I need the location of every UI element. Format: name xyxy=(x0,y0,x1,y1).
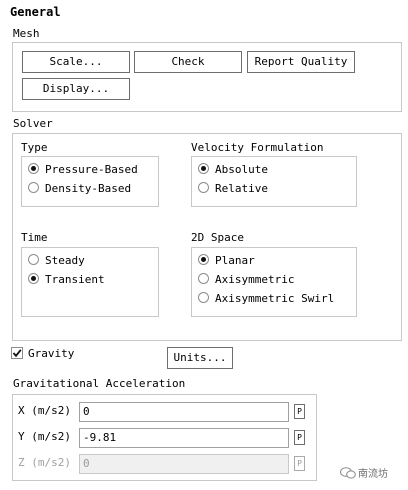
radio-indicator xyxy=(28,182,39,193)
type-group: Pressure-Based Density-Based xyxy=(21,156,159,207)
radio-steady[interactable]: Steady xyxy=(28,252,85,270)
radio-label: Planar xyxy=(215,254,255,267)
space-2d-label: 2D Space xyxy=(191,231,244,244)
wechat-icon xyxy=(340,467,356,479)
time-label: Time xyxy=(21,231,48,244)
radio-label: Pressure-Based xyxy=(45,163,138,176)
radio-label: Relative xyxy=(215,182,268,195)
gravity-label: Gravity xyxy=(28,347,75,360)
watermark: 南流坊 xyxy=(340,465,388,480)
mesh-group: Scale... Check Report Quality Display... xyxy=(12,42,402,112)
x-parameter-button[interactable]: P xyxy=(294,404,305,419)
radio-axisymmetric[interactable]: Axisymmetric xyxy=(198,271,294,289)
radio-label: Transient xyxy=(45,273,105,286)
y-gravity-input[interactable]: -9.81 xyxy=(79,428,289,448)
radio-relative[interactable]: Relative xyxy=(198,180,268,198)
scale-button[interactable]: Scale... xyxy=(22,51,130,73)
radio-axisymmetric-swirl[interactable]: Axisymmetric Swirl xyxy=(198,290,334,308)
watermark-text: 南流坊 xyxy=(358,469,388,480)
time-group: Steady Transient xyxy=(21,247,159,317)
velocity-formulation-group: Absolute Relative xyxy=(191,156,357,207)
type-label: Type xyxy=(21,141,48,154)
checkbox-indicator xyxy=(11,347,23,359)
radio-planar[interactable]: Planar xyxy=(198,252,255,270)
checkmark-icon xyxy=(12,349,22,358)
radio-indicator xyxy=(28,273,39,284)
radio-label: Density-Based xyxy=(45,182,132,195)
z-gravity-label: Z (m/s2) xyxy=(18,456,71,469)
mesh-group-label: Mesh xyxy=(13,27,40,40)
radio-label: Axisymmetric Swirl xyxy=(215,292,335,305)
radio-density-based[interactable]: Density-Based xyxy=(28,180,131,198)
z-parameter-button: P xyxy=(294,456,305,471)
gravitational-acceleration-label: Gravitational Acceleration xyxy=(13,377,186,390)
z-gravity-input: 0 xyxy=(79,454,289,474)
check-button[interactable]: Check xyxy=(134,51,242,73)
solver-group-label: Solver xyxy=(13,117,53,130)
radio-indicator xyxy=(28,163,39,174)
x-gravity-input[interactable]: 0 xyxy=(79,402,289,422)
gravity-checkbox[interactable]: Gravity xyxy=(11,346,74,362)
radio-label: Steady xyxy=(45,254,85,267)
radio-absolute[interactable]: Absolute xyxy=(198,161,268,179)
y-gravity-label: Y (m/s2) xyxy=(18,430,71,443)
units-button[interactable]: Units... xyxy=(167,347,233,369)
radio-indicator xyxy=(198,163,209,174)
solver-group: Type Pressure-Based Density-Based Veloci… xyxy=(12,133,402,341)
radio-indicator xyxy=(198,273,209,284)
report-quality-button[interactable]: Report Quality xyxy=(247,51,355,73)
radio-transient[interactable]: Transient xyxy=(28,271,105,289)
gravitational-acceleration-group: X (m/s2) 0 P Y (m/s2) -9.81 P Z (m/s2) 0… xyxy=(12,394,317,481)
velocity-formulation-label: Velocity Formulation xyxy=(191,141,324,154)
x-gravity-label: X (m/s2) xyxy=(18,404,71,417)
radio-indicator xyxy=(198,254,209,265)
radio-indicator xyxy=(198,292,209,303)
radio-label: Absolute xyxy=(215,163,268,176)
radio-label: Axisymmetric xyxy=(215,273,295,286)
space-2d-group: Planar Axisymmetric Axisymmetric Swirl xyxy=(191,247,357,317)
radio-indicator xyxy=(28,254,39,265)
display-button[interactable]: Display... xyxy=(22,78,130,100)
radio-indicator xyxy=(198,182,209,193)
y-parameter-button[interactable]: P xyxy=(294,430,305,445)
panel-title: General xyxy=(10,5,61,19)
radio-pressure-based[interactable]: Pressure-Based xyxy=(28,161,138,179)
